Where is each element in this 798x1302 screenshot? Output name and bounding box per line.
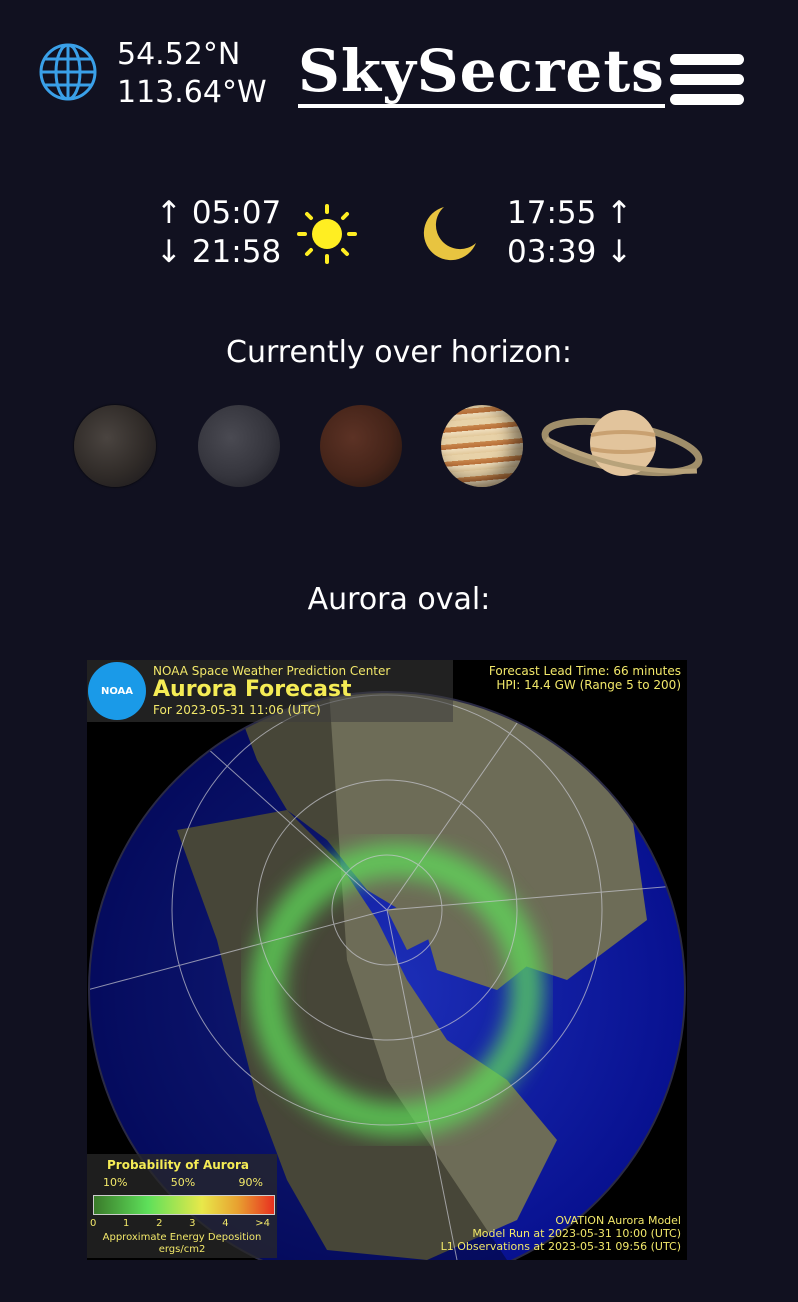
latitude: 54.52°N [117, 37, 241, 72]
legend-pct: 10% [103, 1176, 128, 1189]
model-run: Model Run at 2023-05-31 10:00 (UTC) [472, 1227, 681, 1240]
menu-bar [670, 74, 744, 85]
legend-percent-row: 10% 50% 90% [103, 1176, 263, 1189]
legend-color-bar [93, 1195, 275, 1215]
lead-time: Forecast Lead Time: 66 minutes [488, 664, 681, 678]
noaa-logo: NOAA [88, 662, 146, 720]
legend-pct: 90% [238, 1176, 263, 1189]
legend-caption: Approximate Energy Deposition ergs/cm2 [87, 1232, 277, 1256]
forecast-date: For 2023-05-31 11:06 (UTC) [153, 703, 321, 717]
legend-scale: 1 [123, 1218, 130, 1229]
noaa-logo-text: NOAA [100, 685, 134, 697]
sun-times: ↑ 05:07 ↓ 21:58 [156, 194, 281, 272]
legend-scale: >4 [255, 1218, 270, 1229]
sunrise-time: ↑ 05:07 [156, 195, 282, 231]
sunset-time: ↓ 21:58 [156, 234, 282, 270]
menu-bar [670, 54, 744, 65]
hpi-value: HPI: 14.4 GW (Range 5 to 200) [496, 678, 681, 692]
sun-icon [297, 204, 357, 264]
coordinates: 54.52°N 113.64°W [117, 36, 267, 112]
legend-scale: 2 [156, 1218, 163, 1229]
brand-logo[interactable]: SkySecrets [298, 38, 665, 108]
aurora-title: Aurora Forecast [153, 677, 352, 702]
moon-times: 17:55 ↑ 03:39 ↓ [507, 194, 632, 272]
horizon-heading: Currently over horizon: [226, 335, 572, 370]
legend-scale: 3 [189, 1218, 196, 1229]
venus-icon[interactable] [198, 405, 280, 487]
hamburger-menu-icon[interactable] [670, 54, 744, 110]
legend-scale-row: 0 1 2 3 4 >4 [90, 1218, 270, 1229]
model-info: OVATION Aurora Model Model Run at 2023-0… [441, 1214, 681, 1253]
crescent-moon-icon [423, 207, 476, 261]
legend-caption-line: ergs/cm2 [158, 1244, 206, 1255]
legend-caption-line: Approximate Energy Deposition [102, 1232, 262, 1243]
l1-observations: L1 Observations at 2023-05-31 09:56 (UTC… [440, 1240, 681, 1253]
forecast-meta: Forecast Lead Time: 66 minutes HPI: 14.4… [489, 664, 681, 692]
mars-icon[interactable] [320, 405, 402, 487]
legend-scale: 4 [222, 1218, 229, 1229]
mercury-icon[interactable] [74, 405, 156, 487]
menu-bar [670, 94, 744, 105]
moonset-time: 03:39 ↓ [507, 234, 633, 270]
noaa-org: NOAA Space Weather Prediction Center [153, 664, 391, 678]
longitude: 113.64°W [117, 75, 267, 110]
jupiter-icon[interactable] [441, 405, 523, 487]
moonrise-time: 17:55 ↑ [507, 195, 633, 231]
legend-pct: 50% [170, 1176, 196, 1189]
saturn-icon[interactable] [541, 403, 703, 489]
model-name: OVATION Aurora Model [555, 1214, 681, 1227]
aurora-forecast-map[interactable]: NOAA NOAA Space Weather Prediction Cente… [87, 660, 687, 1260]
legend-scale: 0 [90, 1218, 97, 1229]
globe-icon[interactable] [38, 42, 98, 102]
aurora-heading: Aurora oval: [307, 582, 491, 617]
legend-title: Probability of Aurora [107, 1158, 249, 1172]
